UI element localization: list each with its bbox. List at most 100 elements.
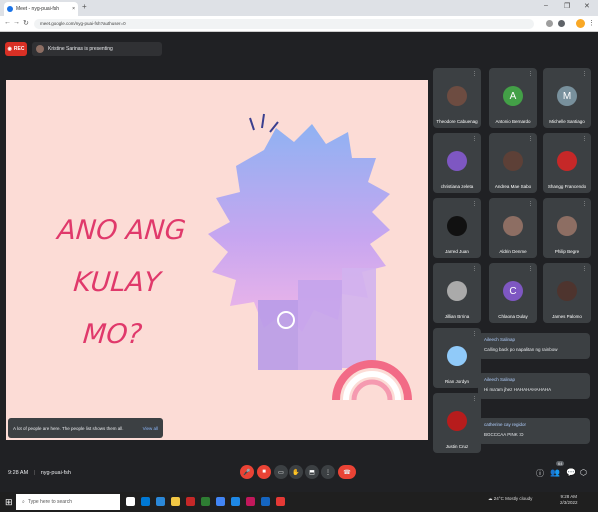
people-icon[interactable]: 👥 — [550, 468, 560, 477]
participant-tile[interactable]: ⋮ Andrea Mae Sabo — [489, 133, 537, 193]
new-tab-button[interactable]: + — [82, 2, 87, 11]
present-button[interactable]: ⬒ — [305, 465, 319, 479]
camera-off-button[interactable]: ■ — [257, 465, 271, 479]
participant-tile[interactable]: ⋮ M Michelle Santiago — [543, 68, 591, 128]
minimize-button[interactable]: – — [544, 2, 548, 9]
activities-icon[interactable]: ⬡ — [580, 468, 587, 477]
view-all-link[interactable]: View all — [143, 426, 158, 431]
participant-avatar: C — [503, 281, 523, 301]
tile-menu-icon[interactable]: ⋮ — [472, 136, 477, 142]
edge-icon[interactable] — [141, 497, 150, 506]
app-icon-2[interactable] — [276, 497, 285, 506]
chat-message[interactable]: catherine cay regidor BGCCCAA PINK :D — [478, 418, 590, 444]
maximize-button[interactable]: ❐ — [564, 2, 570, 10]
chat-text: Hi ma'am jhez HAHAHAHAHAHA — [484, 387, 552, 392]
participant-name: Chlaona Dulay — [498, 314, 528, 319]
captions-icon: ▭ — [278, 469, 284, 476]
recording-badge[interactable]: ◉ REC — [5, 42, 27, 56]
bookmark-icon[interactable] — [558, 20, 565, 27]
tile-menu-icon[interactable]: ⋮ — [582, 71, 587, 77]
tile-menu-icon[interactable]: ⋮ — [582, 201, 587, 207]
sparkle-lines — [249, 113, 279, 133]
tile-menu-icon[interactable]: ⋮ — [472, 201, 477, 207]
tile-menu-icon[interactable]: ⋮ — [472, 396, 477, 402]
info-icon[interactable]: ⓘ — [536, 468, 544, 479]
chat-message[interactable]: Aileech Salinap Calling back po napalitan… — [478, 333, 590, 359]
slide-title-line1: ANO ANG KULAY — [56, 215, 187, 298]
participant-tile[interactable]: ⋮ Philip Begre — [543, 198, 591, 258]
participant-name: Antonio Bernardo — [495, 119, 531, 124]
captions-button[interactable]: ▭ — [274, 465, 288, 479]
tile-menu-icon[interactable]: ⋮ — [472, 331, 477, 337]
search-icon: ⌕ — [22, 499, 25, 505]
slide-title: ANO ANG KULAY MO? — [15, 205, 219, 361]
participant-name: Shangg Francendo — [547, 184, 587, 189]
word-icon[interactable] — [261, 497, 270, 506]
participant-tile[interactable]: ⋮ Jillian Brrina — [433, 263, 481, 323]
participant-tile[interactable]: ⋮ Rian Jordyn — [433, 328, 481, 388]
browser-tab[interactable]: Meet - nyg-puai-fsh × — [4, 2, 78, 16]
url-input[interactable]: meet.google.com/nyg-puai-fsh?authuser=0 — [34, 19, 534, 29]
tile-menu-icon[interactable]: ⋮ — [582, 136, 587, 142]
extension-icon[interactable] — [546, 20, 553, 27]
chrome-icon[interactable] — [216, 497, 225, 506]
participant-avatar — [447, 411, 467, 431]
presenting-text: Kristine Sarinas is presenting — [48, 46, 113, 52]
tile-menu-icon[interactable]: ⋮ — [472, 71, 477, 77]
close-window-button[interactable]: ✕ — [584, 2, 590, 10]
zoom-icon[interactable] — [231, 497, 240, 506]
system-tray: ☁ 24°C Mostly cloudy — [488, 496, 532, 502]
start-icon[interactable]: ⊞ — [5, 497, 13, 508]
more-vert-icon: ⋮ — [325, 469, 331, 476]
task-view-icon[interactable] — [126, 497, 135, 506]
chat-sender: Aileech Salinap — [484, 337, 516, 342]
forward-arrow-icon[interactable]: → — [13, 19, 20, 26]
participant-name: James Palomo — [552, 314, 582, 319]
participant-avatar: M — [557, 86, 577, 106]
chat-message[interactable]: Aileech Salinap Hi ma'am jhez HAHAHAHAHAH… — [478, 373, 590, 399]
leave-call-button[interactable]: ☎ — [338, 465, 356, 479]
participant-tile[interactable]: ⋮ christiana zeleta — [433, 133, 481, 193]
tile-menu-icon[interactable]: ⋮ — [528, 71, 533, 77]
hangup-icon: ☎ — [343, 469, 351, 476]
chat-sender: Aileech Salinap — [484, 377, 516, 382]
participant-avatar — [503, 216, 523, 236]
participant-tile[interactable]: ⋮ Justin Cruz — [433, 393, 481, 453]
taskbar-clock[interactable]: 9:28 AM 2/3/2022 — [560, 494, 578, 506]
mic-off-button[interactable]: 🎤 — [240, 465, 254, 479]
participant-name: Michelle Santiago — [549, 119, 585, 124]
chat-sender: catherine cay regidor — [484, 422, 527, 427]
app-icon-red[interactable] — [186, 497, 195, 506]
store-icon[interactable] — [156, 497, 165, 506]
tab-title: Meet - nyg-puai-fsh — [16, 6, 60, 12]
tile-menu-icon[interactable]: ⋮ — [528, 136, 533, 142]
browser-menu-icon[interactable]: ⋮ — [588, 19, 595, 27]
participant-tile[interactable]: ⋮ C Chlaona Dulay — [489, 263, 537, 323]
reload-icon[interactable]: ↻ — [23, 19, 29, 27]
participant-tile[interactable]: ⋮ Jarred Juan — [433, 198, 481, 258]
back-arrow-icon[interactable]: ← — [4, 19, 11, 26]
participant-tile[interactable]: ⋮ Theodore Cabuenag — [433, 68, 481, 128]
taskbar-search[interactable]: ⌕ Type here to search — [16, 494, 120, 510]
profile-avatar[interactable] — [576, 19, 585, 28]
tile-menu-icon[interactable]: ⋮ — [472, 266, 477, 272]
participant-tile[interactable]: ⋮ Shangg Francendo — [543, 133, 591, 193]
participant-tile[interactable]: ⋮ A Antonio Bernardo — [489, 68, 537, 128]
file-explorer-icon[interactable] — [171, 497, 180, 506]
tab-close-icon[interactable]: × — [72, 6, 75, 12]
raise-hand-button[interactable]: ✋ — [289, 465, 303, 479]
mic-off-icon: 🎤 — [243, 469, 251, 476]
participant-tile[interactable]: ⋮ James Palomo — [543, 263, 591, 323]
browser-tab-bar — [0, 0, 598, 16]
tile-menu-icon[interactable]: ⋮ — [528, 266, 533, 272]
participant-name: christiana zeleta — [440, 184, 474, 189]
tile-menu-icon[interactable]: ⋮ — [528, 201, 533, 207]
tile-menu-icon[interactable]: ⋮ — [582, 266, 587, 272]
excel-icon[interactable] — [201, 497, 210, 506]
chat-icon[interactable]: 💬 — [566, 468, 576, 477]
more-options-button[interactable]: ⋮ — [321, 465, 335, 479]
meeting-code: nyg-puai-fsh — [40, 470, 71, 476]
participant-avatar — [447, 281, 467, 301]
participant-tile[interactable]: ⋮ Aldrin Denme — [489, 198, 537, 258]
powerpoint-icon[interactable] — [246, 497, 255, 506]
